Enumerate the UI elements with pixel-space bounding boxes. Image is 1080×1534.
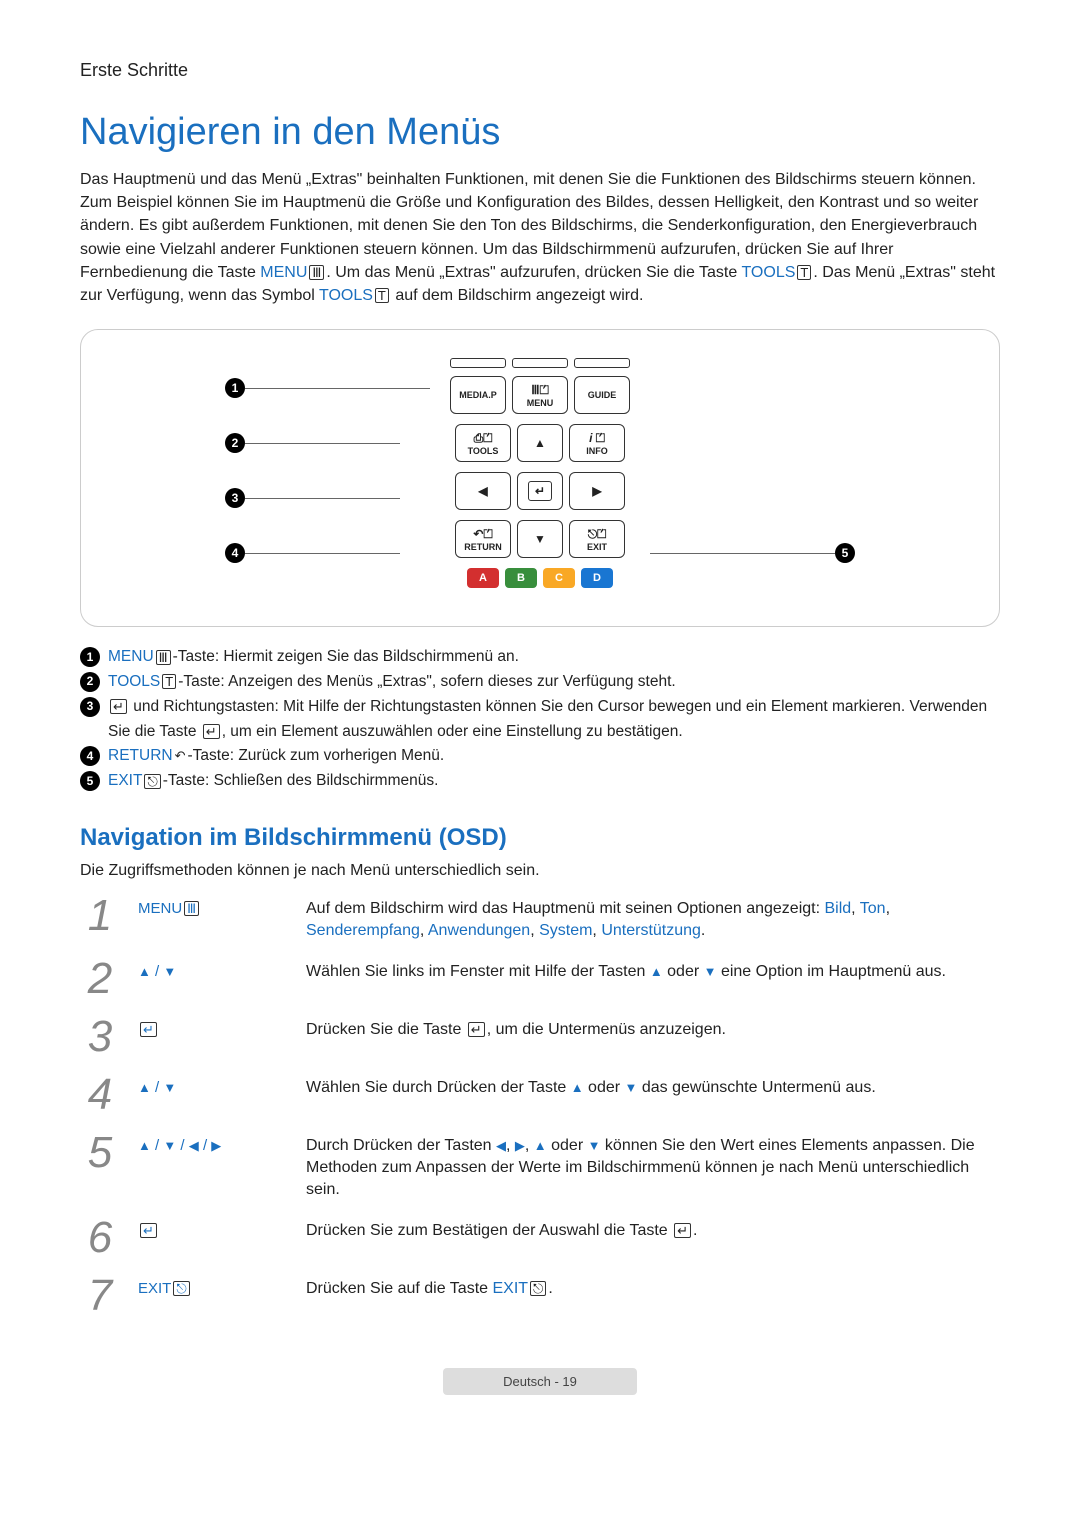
section-label: Erste Schritte (80, 60, 1000, 81)
callout-3: 3 (225, 488, 245, 508)
step-desc: Drücken Sie zum Bestätigen der Auswahl d… (306, 1216, 1000, 1242)
callout-1: 1 (225, 378, 245, 398)
step-desc: Wählen Sie links im Fenster mit Hilfe de… (306, 957, 1000, 983)
step-number: 2 (80, 957, 120, 1001)
color-b-button: B (505, 568, 537, 588)
osd-steps: 1 MENUⅢ Auf dem Bildschirm wird das Haup… (80, 894, 1000, 1318)
step-desc: Durch Drücken der Tasten ◀, ▶, ▲ oder ▼ … (306, 1131, 1000, 1202)
right-button: ▶ (569, 472, 625, 510)
step-number: 5 (80, 1131, 120, 1175)
step-icon-updown: ▲ / ▼ (138, 1073, 288, 1096)
step-number: 4 (80, 1073, 120, 1117)
color-a-button: A (467, 568, 499, 588)
menu-button: Ⅲ⏍MENU (512, 376, 568, 414)
exit-button: ⎋⏍EXIT (569, 520, 625, 558)
tools-icon: T (162, 674, 176, 689)
step-number: 6 (80, 1216, 120, 1260)
step-desc: Auf dem Bildschirm wird das Hauptmenü mi… (306, 894, 1000, 943)
step-icon-all-arrows: ▲ / ▼ / ◀ / ▶ (138, 1131, 288, 1154)
step-icon-exit: EXIT⎋ (138, 1274, 288, 1297)
media-p-button: MEDIA.P (450, 376, 506, 414)
enter-button: ↵ (517, 472, 563, 510)
osd-heading: Navigation im Bildschirmmenü (OSD) (80, 824, 1000, 852)
color-d-button: D (581, 568, 613, 588)
left-button: ◀ (455, 472, 511, 510)
step-icon-enter: ↵ (138, 1015, 288, 1038)
return-icon: ↶ (175, 746, 186, 767)
up-button: ▲ (517, 424, 563, 462)
return-button: ↶⏍RETURN (455, 520, 511, 558)
remote-diagram: 1 2 3 4 MEDIA.P Ⅲ⏍MENU GUIDE ⎙⏍TOOLS ▲ i… (80, 329, 1000, 627)
guide-button: GUIDE (574, 376, 630, 414)
step-icon-menu: MENUⅢ (138, 894, 288, 917)
page-number: Deutsch - 19 (443, 1368, 637, 1395)
step-number: 1 (80, 894, 120, 938)
info-button: i ⏍INFO (569, 424, 625, 462)
step-icon-updown: ▲ / ▼ (138, 957, 288, 980)
menu-key: MENU (260, 264, 307, 281)
enter-icon: ↵ (110, 699, 127, 714)
step-number: 7 (80, 1274, 120, 1318)
tools-key-2: TOOLS (319, 287, 373, 304)
step-icon-enter: ↵ (138, 1216, 288, 1239)
osd-intro: Die Zugriffsmethoden können je nach Menü… (80, 862, 1000, 880)
menu-icon: Ⅲ (309, 265, 324, 280)
page-footer: Deutsch - 19 (80, 1368, 1000, 1395)
legend: 1MENUⅢ-Taste: Hiermit zeigen Sie das Bil… (80, 645, 1000, 794)
callout-2: 2 (225, 433, 245, 453)
enter-icon: ↵ (203, 724, 220, 739)
step-number: 3 (80, 1015, 120, 1059)
intro-paragraph: Das Hauptmenü und das Menü „Extras" bein… (80, 168, 1000, 307)
exit-icon: ⎋ (144, 774, 160, 789)
step-desc: Drücken Sie die Taste ↵, um die Untermen… (306, 1015, 1000, 1041)
menu-icon: Ⅲ (156, 650, 171, 665)
callout-5: 5 (835, 543, 855, 563)
remote-control: MEDIA.P Ⅲ⏍MENU GUIDE ⎙⏍TOOLS ▲ i ⏍INFO ◀… (435, 348, 645, 608)
step-desc: Wählen Sie durch Drücken der Taste ▲ ode… (306, 1073, 1000, 1099)
tools-key: TOOLS (741, 264, 795, 281)
tools-icon: T (797, 265, 811, 280)
tools-button: ⎙⏍TOOLS (455, 424, 511, 462)
color-c-button: C (543, 568, 575, 588)
step-desc: Drücken Sie auf die Taste EXIT⎋. (306, 1274, 1000, 1300)
tools-icon: T (375, 288, 389, 303)
callout-4: 4 (225, 543, 245, 563)
down-button: ▼ (517, 520, 563, 558)
page-title: Navigieren in den Menüs (80, 111, 1000, 154)
